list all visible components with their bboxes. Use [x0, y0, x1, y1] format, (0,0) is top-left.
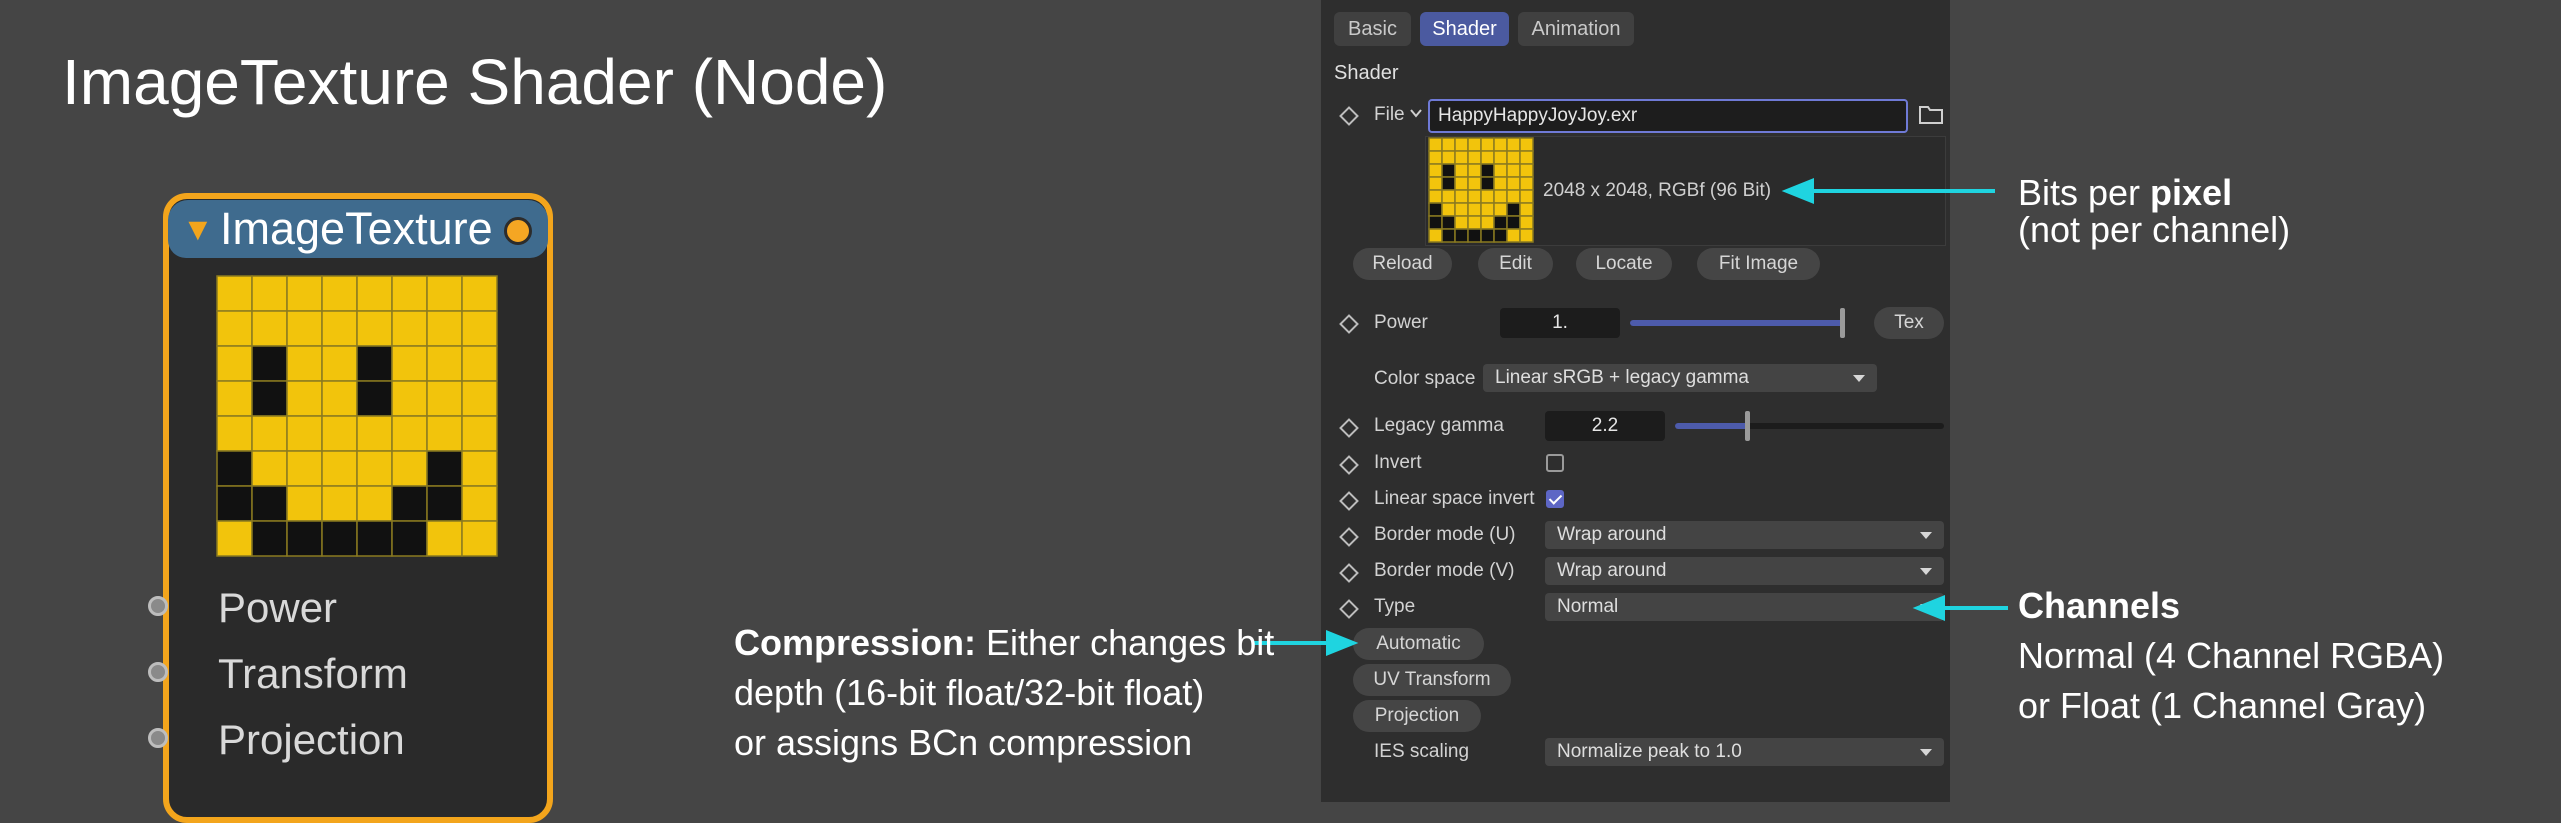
channels-line-1: Normal (4 Channel RGBA) [2018, 635, 2445, 676]
compression-line-1-rest: Either changes bit [976, 622, 1275, 663]
compression-line-3: or assigns BCn compression [734, 722, 1193, 763]
compression-arrowhead-icon [1326, 630, 1359, 656]
compression-line-2: depth (16-bit float/32-bit float) [734, 672, 1205, 713]
compression-bold: Compression: [734, 622, 977, 663]
compression-line-1: Compression: Either changes bit [734, 618, 1274, 668]
bits-per-pixel-note: (not per channel) [2018, 209, 2291, 250]
channels-arrowhead-icon [1912, 595, 1945, 621]
channels-line-2: or Float (1 Channel Gray) [2018, 685, 2427, 726]
bits-arrowhead-icon [1781, 178, 1814, 204]
channels-heading: Channels [2018, 585, 2181, 626]
